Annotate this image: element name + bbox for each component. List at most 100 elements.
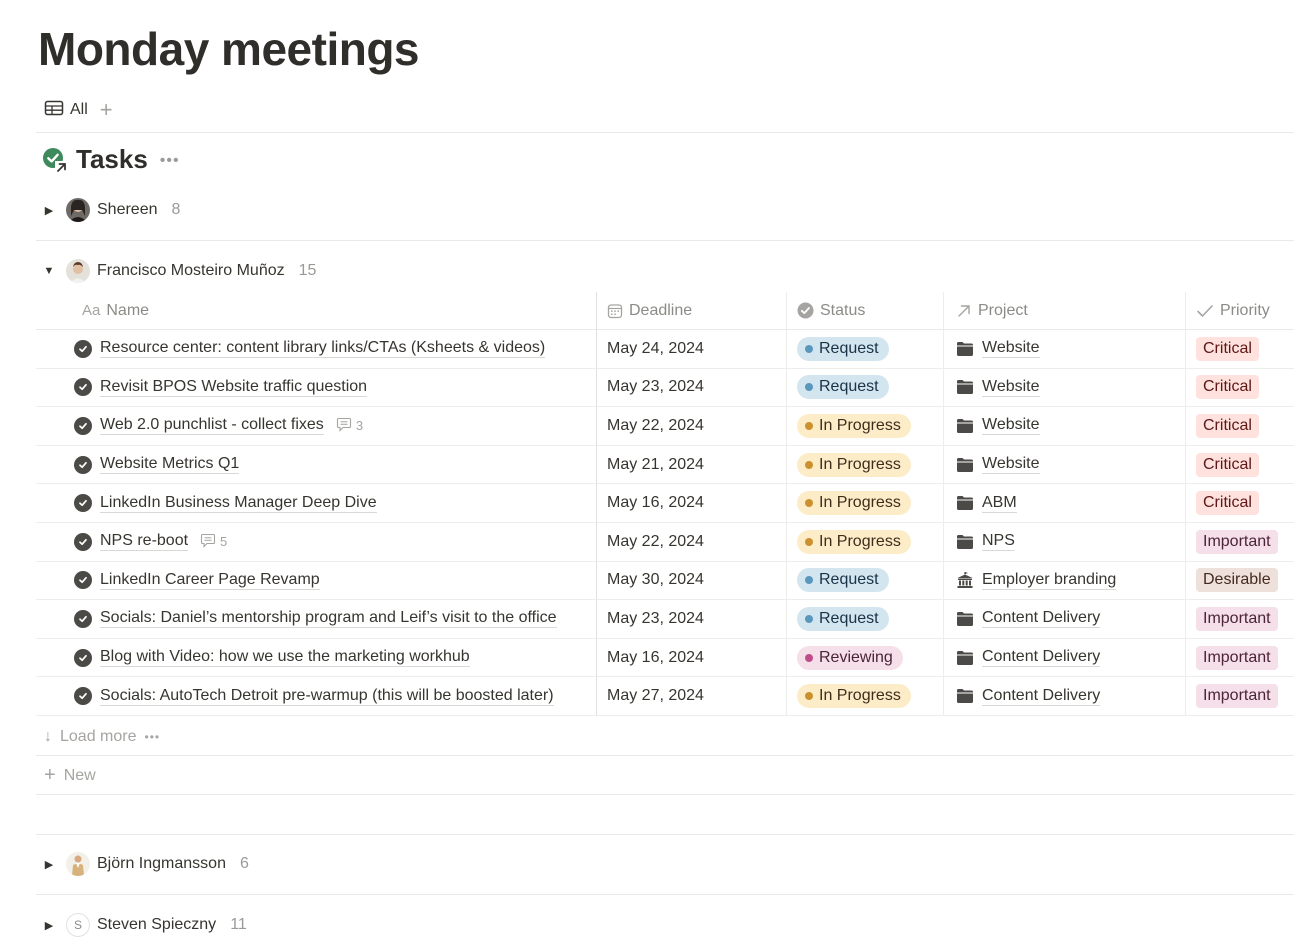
cell-deadline[interactable]: May 27, 2024 (597, 677, 787, 715)
cell-priority[interactable]: Important (1186, 639, 1294, 677)
table-row[interactable]: NPS re-boot 5 May 22, 2024 In Progress NP… (36, 522, 1294, 562)
cell-deadline[interactable]: May 22, 2024 (597, 407, 787, 445)
column-header-project[interactable]: Project (944, 292, 1186, 329)
table-row[interactable]: Resource center: content library links/C… (36, 330, 1294, 369)
task-name-link[interactable]: Resource center: content library links/C… (100, 339, 546, 359)
cell-name[interactable]: Socials: Daniel’s mentorship program and… (36, 600, 597, 638)
cell-status[interactable]: Request (787, 561, 944, 600)
status-badge[interactable]: Request (797, 568, 889, 593)
cell-deadline[interactable]: May 23, 2024 (597, 600, 787, 638)
cell-priority[interactable]: Critical (1186, 407, 1294, 445)
table-row[interactable]: Blog with Video: how we use the marketin… (36, 638, 1294, 678)
column-header-priority[interactable]: Priority (1186, 292, 1294, 329)
cell-status[interactable]: In Progress (787, 445, 944, 484)
project-link[interactable]: ABM (982, 494, 1017, 513)
task-name-link[interactable]: Socials: Daniel’s mentorship program and… (100, 609, 557, 629)
group-header-bjorn[interactable]: ▶ Björn Ingmansson 6 (36, 846, 249, 882)
column-header-deadline[interactable]: Deadline (597, 292, 787, 329)
group-header-francisco[interactable]: ▼ Francisco Mosteiro Muñoz 15 (36, 253, 316, 289)
cell-priority[interactable]: Desirable (1186, 562, 1294, 600)
cell-status[interactable]: In Progress (787, 484, 944, 522)
cell-status[interactable]: In Progress (787, 522, 944, 561)
task-name-link[interactable]: NPS re-boot (100, 532, 189, 552)
cell-status[interactable]: In Progress (787, 407, 944, 445)
status-badge[interactable]: In Progress (797, 529, 911, 554)
task-name-link[interactable]: Website Metrics Q1 (100, 455, 240, 475)
new-row-button[interactable]: + New (36, 757, 1294, 795)
cell-status[interactable]: Request (787, 600, 944, 638)
cell-name[interactable]: Socials: AutoTech Detroit pre-warmup (th… (36, 677, 597, 715)
cell-status[interactable]: Reviewing (787, 638, 944, 677)
cell-project[interactable]: Website (944, 407, 1186, 445)
project-link[interactable]: Content Delivery (982, 609, 1101, 629)
status-badge[interactable]: Reviewing (797, 645, 903, 670)
cell-project[interactable]: Content Delivery (944, 600, 1186, 638)
cell-status[interactable]: Request (787, 368, 944, 407)
cell-priority[interactable]: Critical (1186, 446, 1294, 484)
column-header-name[interactable]: Aa Name (36, 292, 597, 329)
caret-right-icon[interactable]: ▶ (36, 919, 62, 932)
add-view-button[interactable]: + (100, 99, 113, 121)
task-name-link[interactable]: Revisit BPOS Website traffic question (100, 378, 368, 397)
status-badge[interactable]: Request (797, 606, 889, 631)
cell-project[interactable]: Website (944, 368, 1186, 407)
database-more-button[interactable]: ••• (160, 152, 180, 170)
project-link[interactable]: Content Delivery (982, 648, 1101, 668)
cell-priority[interactable]: Important (1186, 600, 1294, 638)
cell-priority[interactable]: Critical (1186, 369, 1294, 407)
cell-priority[interactable]: Critical (1186, 330, 1294, 368)
cell-deadline[interactable]: May 16, 2024 (597, 484, 787, 522)
cell-status[interactable]: In Progress (787, 677, 944, 715)
cell-status[interactable]: Request (787, 330, 944, 368)
project-link[interactable]: Website (982, 378, 1040, 397)
project-link[interactable]: Content Delivery (982, 687, 1101, 706)
cell-name[interactable]: Web 2.0 punchlist - collect fixes 3 (36, 407, 597, 445)
project-link[interactable]: Website (982, 339, 1040, 359)
status-badge[interactable]: Request (797, 336, 889, 361)
load-more-button[interactable]: ↓ Load more ••• (36, 718, 1294, 756)
cell-deadline[interactable]: May 21, 2024 (597, 445, 787, 484)
project-link[interactable]: Employer branding (982, 571, 1117, 590)
table-row[interactable]: Socials: AutoTech Detroit pre-warmup (th… (36, 677, 1294, 716)
cell-project[interactable]: Content Delivery (944, 638, 1186, 677)
cell-name[interactable]: Resource center: content library links/C… (36, 330, 597, 368)
cell-project[interactable]: Website (944, 330, 1186, 368)
column-header-status[interactable]: Status (787, 292, 944, 329)
group-header-steven[interactable]: ▶ S Steven Spieczny 11 (36, 907, 247, 943)
status-badge[interactable]: Request (797, 375, 889, 400)
cell-project[interactable]: Employer branding (944, 561, 1186, 600)
comment-count[interactable]: 3 (336, 417, 363, 435)
cell-name[interactable]: LinkedIn Business Manager Deep Dive (36, 484, 597, 522)
task-name-link[interactable]: Web 2.0 punchlist - collect fixes (100, 416, 324, 436)
caret-down-icon[interactable]: ▼ (36, 265, 62, 277)
task-name-link[interactable]: Blog with Video: how we use the marketin… (100, 648, 470, 668)
cell-priority[interactable]: Important (1186, 523, 1294, 561)
comment-count[interactable]: 5 (200, 533, 227, 551)
load-more-options-icon[interactable]: ••• (145, 730, 161, 744)
cell-project[interactable]: Website (944, 445, 1186, 484)
cell-deadline[interactable]: May 16, 2024 (597, 638, 787, 677)
table-row[interactable]: LinkedIn Career Page Revamp May 30, 2024… (36, 561, 1294, 601)
table-row[interactable]: Website Metrics Q1 May 21, 2024 In Progr… (36, 445, 1294, 485)
project-link[interactable]: Website (982, 416, 1040, 436)
task-name-link[interactable]: LinkedIn Business Manager Deep Dive (100, 494, 377, 513)
cell-priority[interactable]: Important (1186, 677, 1294, 715)
cell-name[interactable]: LinkedIn Career Page Revamp (36, 561, 597, 600)
cell-name[interactable]: NPS re-boot 5 (36, 522, 597, 561)
task-name-link[interactable]: LinkedIn Career Page Revamp (100, 571, 320, 590)
cell-name[interactable]: Website Metrics Q1 (36, 445, 597, 484)
cell-name[interactable]: Blog with Video: how we use the marketin… (36, 638, 597, 677)
status-badge[interactable]: In Progress (797, 684, 911, 709)
table-row[interactable]: Web 2.0 punchlist - collect fixes 3 May 2… (36, 407, 1294, 446)
status-badge[interactable]: In Progress (797, 413, 911, 438)
caret-right-icon[interactable]: ▶ (36, 858, 62, 871)
cell-project[interactable]: ABM (944, 484, 1186, 522)
table-row[interactable]: Socials: Daniel’s mentorship program and… (36, 600, 1294, 639)
status-badge[interactable]: In Progress (797, 491, 911, 516)
cell-priority[interactable]: Critical (1186, 484, 1294, 522)
task-name-link[interactable]: Socials: AutoTech Detroit pre-warmup (th… (100, 687, 554, 706)
database-title[interactable]: Tasks (76, 144, 148, 175)
view-tab-all[interactable]: All (36, 96, 96, 124)
cell-deadline[interactable]: May 30, 2024 (597, 561, 787, 600)
group-header-shereen[interactable]: ▶ Shereen 8 (36, 192, 180, 228)
